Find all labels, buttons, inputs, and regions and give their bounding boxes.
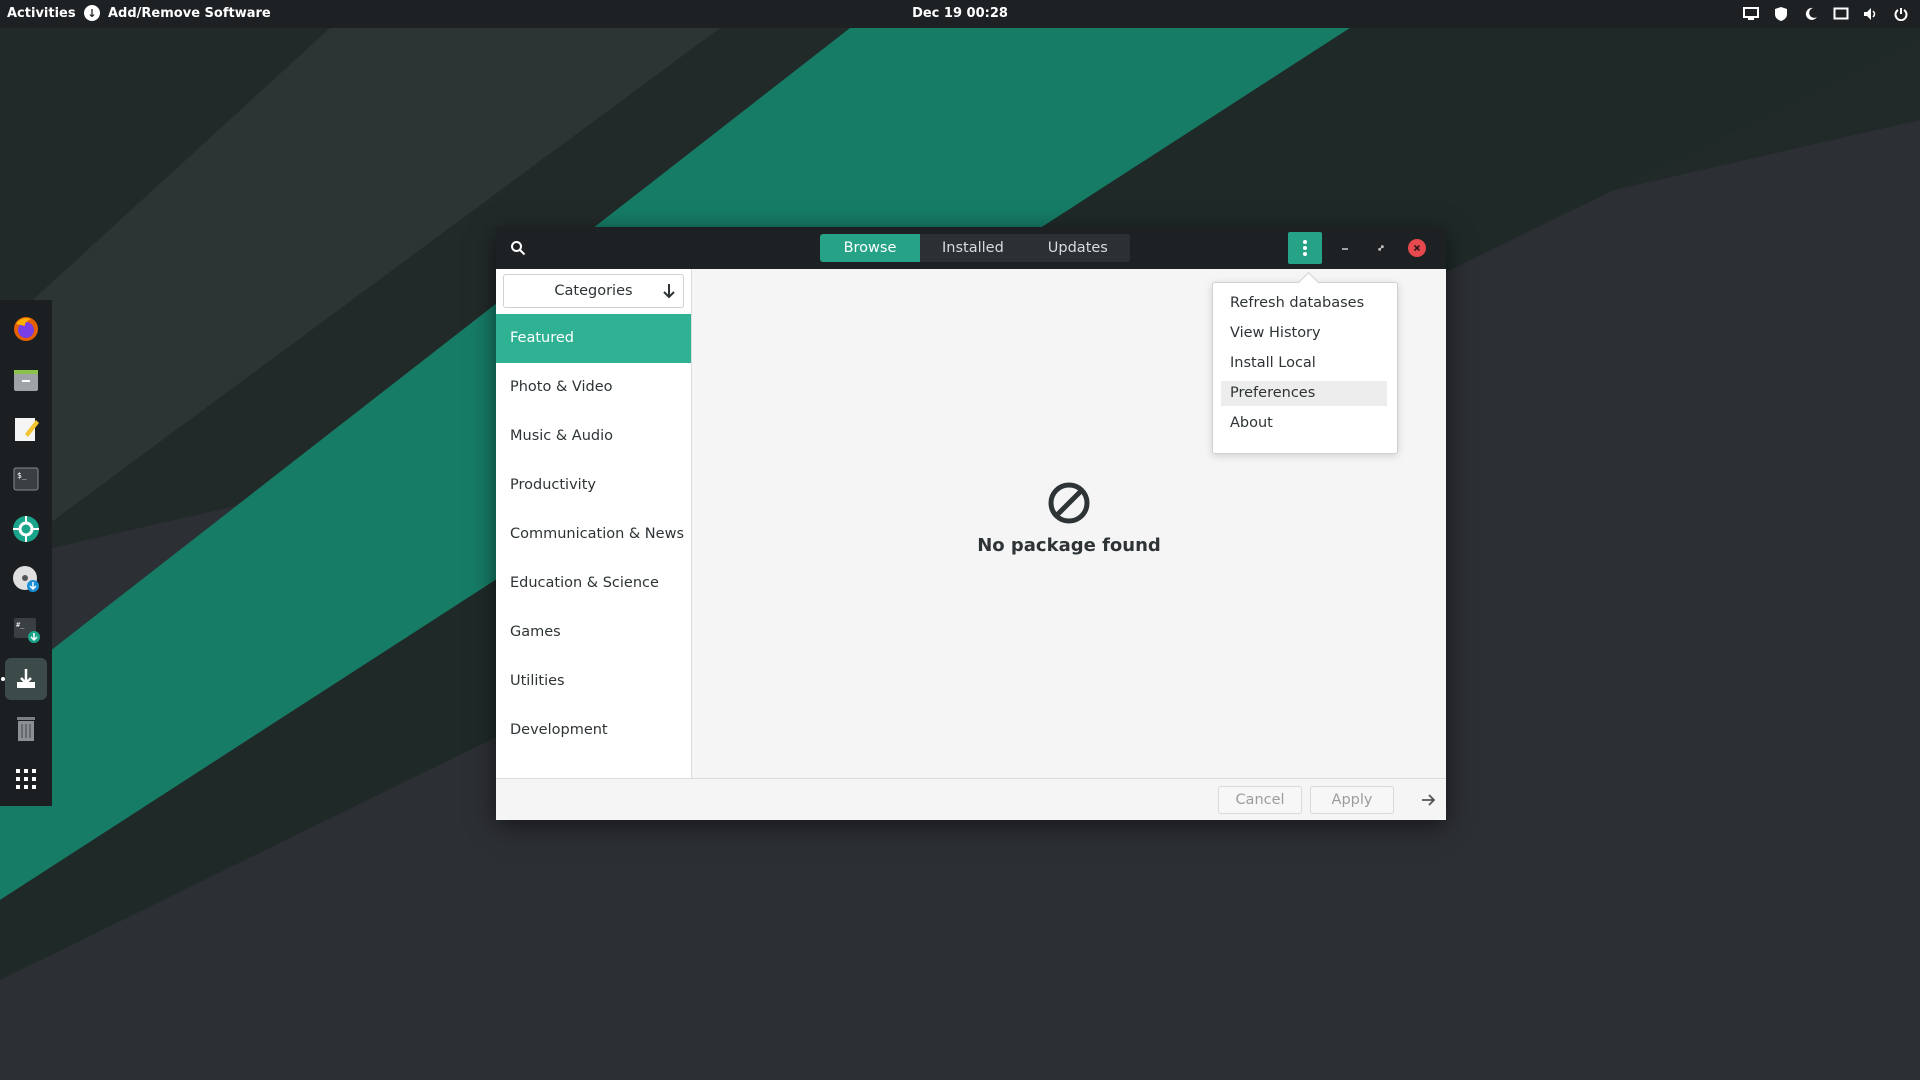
dock-settings[interactable] bbox=[5, 508, 47, 550]
minimize-icon bbox=[1342, 248, 1348, 250]
menu-install-local-packages[interactable]: Install Local Packages bbox=[1221, 351, 1387, 396]
tab-installed[interactable]: Installed bbox=[920, 234, 1026, 262]
category-education-science[interactable]: Education & Science bbox=[496, 559, 691, 608]
header-bar: Browse Installed Updates bbox=[496, 227, 1446, 269]
cancel-button[interactable]: Cancel bbox=[1218, 786, 1302, 814]
categories-sidebar: Categories Featured Photo & Video Music … bbox=[496, 269, 692, 778]
svg-text:#_: #_ bbox=[16, 621, 25, 629]
app-menu[interactable]: ↓ Add/Remove Software bbox=[84, 5, 271, 21]
category-photo-video[interactable]: Photo & Video bbox=[496, 363, 691, 412]
dock-trash[interactable] bbox=[5, 708, 47, 750]
menu-about[interactable]: About bbox=[1221, 411, 1387, 436]
terminal-download-icon: #_ bbox=[14, 618, 40, 643]
category-productivity[interactable]: Productivity bbox=[496, 461, 691, 510]
dock-files[interactable] bbox=[5, 358, 47, 400]
no-entry-icon bbox=[1048, 482, 1090, 524]
terminal-icon: $_ bbox=[13, 467, 39, 491]
empty-message: No package found bbox=[977, 535, 1161, 556]
software-installer-icon bbox=[17, 669, 35, 688]
settings-icon bbox=[13, 516, 39, 542]
screen-icon[interactable] bbox=[1742, 5, 1760, 23]
firefox-icon bbox=[14, 317, 38, 341]
menu-view-history[interactable]: View History bbox=[1221, 321, 1387, 346]
app-menu-label: Add/Remove Software bbox=[108, 5, 271, 21]
main-menu-popover: Refresh databases View History Install L… bbox=[1212, 271, 1398, 454]
dock-terminal[interactable]: $_ bbox=[5, 458, 47, 500]
svg-text:$_: $_ bbox=[17, 471, 27, 480]
category-games[interactable]: Games bbox=[496, 608, 691, 657]
category-music-audio[interactable]: Music & Audio bbox=[496, 412, 691, 461]
dock-firefox[interactable] bbox=[5, 308, 47, 350]
menu-preferences[interactable]: Preferences bbox=[1221, 381, 1387, 406]
category-development[interactable]: Development bbox=[496, 706, 691, 755]
main-menu-button[interactable] bbox=[1288, 232, 1322, 264]
maximize-icon bbox=[1378, 245, 1384, 251]
empty-state: No package found bbox=[692, 481, 1446, 556]
details-button[interactable] bbox=[1418, 790, 1438, 810]
shield-icon[interactable] bbox=[1772, 5, 1790, 23]
view-switcher: Browse Installed Updates bbox=[820, 234, 1130, 262]
dock-disk-download[interactable] bbox=[5, 558, 47, 600]
menu-refresh-databases[interactable]: Refresh databases bbox=[1221, 291, 1387, 316]
display-icon[interactable] bbox=[1832, 5, 1850, 23]
arrow-right-icon bbox=[1422, 794, 1436, 806]
category-communication-news[interactable]: Communication & News bbox=[496, 510, 691, 559]
close-button[interactable] bbox=[1408, 239, 1426, 257]
tab-updates[interactable]: Updates bbox=[1026, 234, 1130, 262]
night-light-icon[interactable] bbox=[1802, 5, 1820, 23]
search-button[interactable] bbox=[508, 238, 528, 258]
dock: $_ #_ bbox=[0, 300, 52, 806]
dock-text-editor[interactable] bbox=[5, 408, 47, 450]
search-icon bbox=[511, 241, 526, 256]
text-editor-icon bbox=[15, 418, 39, 441]
apply-button[interactable]: Apply bbox=[1310, 786, 1394, 814]
tab-browse[interactable]: Browse bbox=[820, 234, 920, 262]
download-icon: ↓ bbox=[84, 5, 100, 21]
system-tray[interactable] bbox=[1742, 5, 1910, 23]
categories-dropdown[interactable]: Categories bbox=[503, 274, 684, 308]
top-bar: Activities ↓ Add/Remove Software Dec 19 … bbox=[0, 0, 1920, 28]
dock-terminal-download[interactable]: #_ bbox=[5, 608, 47, 650]
running-indicator bbox=[1, 677, 5, 681]
dock-app-grid[interactable] bbox=[5, 758, 47, 800]
minimize-button[interactable] bbox=[1336, 239, 1354, 257]
clock[interactable]: Dec 19 00:28 bbox=[912, 6, 1008, 21]
dock-software-installer[interactable] bbox=[5, 658, 47, 700]
activities-button[interactable]: Activities bbox=[7, 6, 76, 21]
categories-dropdown-label: Categories bbox=[554, 283, 633, 299]
category-featured[interactable]: Featured bbox=[496, 314, 691, 363]
category-list: Featured Photo & Video Music & Audio Pro… bbox=[496, 314, 691, 755]
volume-icon[interactable] bbox=[1862, 5, 1880, 23]
arrow-down-icon bbox=[663, 284, 675, 299]
app-grid-icon bbox=[16, 769, 36, 789]
power-icon[interactable] bbox=[1892, 5, 1910, 23]
trash-icon bbox=[17, 717, 35, 741]
category-utilities[interactable]: Utilities bbox=[496, 657, 691, 706]
maximize-button[interactable] bbox=[1372, 239, 1390, 257]
files-icon bbox=[14, 370, 38, 391]
disk-download-icon bbox=[13, 566, 39, 592]
kebab-menu-icon bbox=[1303, 240, 1307, 256]
close-icon bbox=[1413, 244, 1421, 252]
action-bar: Cancel Apply bbox=[496, 778, 1446, 820]
